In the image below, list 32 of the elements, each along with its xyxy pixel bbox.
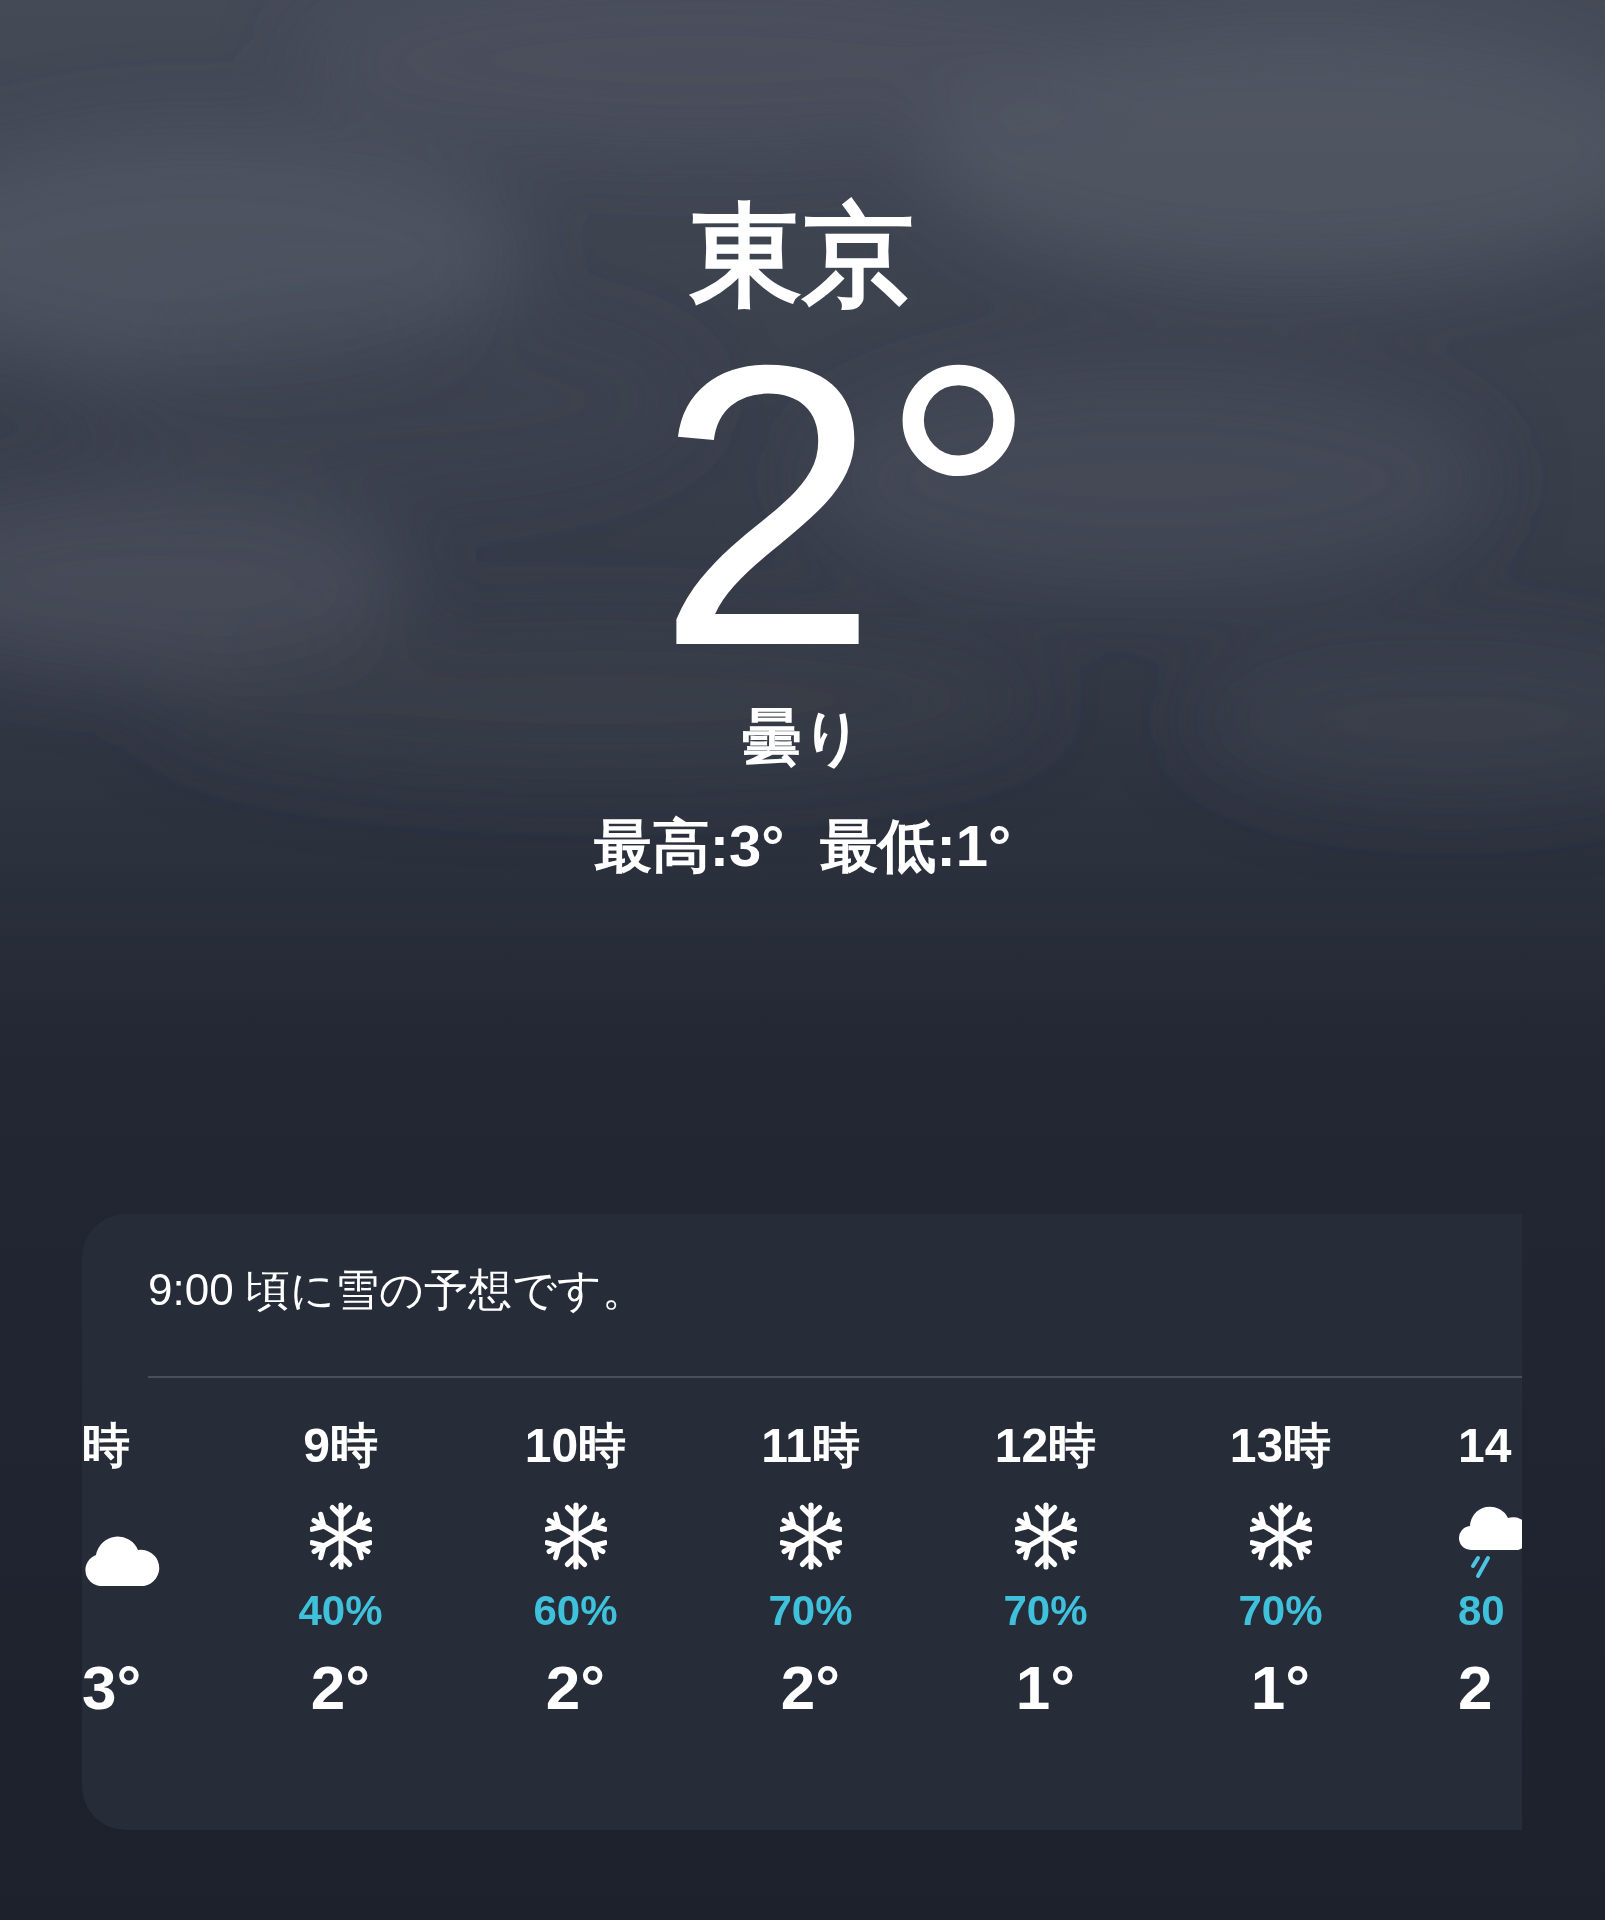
weather-condition: 曇り [742,703,863,773]
hourly-temperature: 3° [82,1652,142,1724]
precipitation-chance: 40% [298,1586,383,1636]
low-temperature: 最低:1° [820,812,1012,880]
hour-label: 10時 [524,1418,627,1474]
current-temperature: 2° [655,336,1039,676]
high-temperature: 最高:3° [593,812,785,880]
hour-label: 11時 [761,1418,860,1474]
precipitation-chance: 70% [1003,1586,1088,1636]
hour-label: 9時 [303,1418,378,1474]
hour-label: 12時 [994,1418,1097,1474]
precipitation-chance: 70% [1238,1586,1323,1636]
forecast-summary: 9:00 頃に雪の予想です。 [147,1264,647,1316]
hour-label: 時 [82,1418,130,1474]
snowflake-icon [779,1501,842,1571]
snowflake-icon [544,1501,607,1571]
precipitation-chance: 60% [533,1586,618,1636]
precipitation-chance: 70% [768,1586,853,1636]
hour-label: 14 [1458,1418,1512,1474]
snowflake-icon [1014,1501,1077,1571]
snowflake-icon [309,1501,372,1571]
hour-label: 13時 [1229,1418,1332,1474]
city-name: 東京 [690,192,915,320]
hourly-temperature: 2° [310,1652,371,1724]
precipitation-chance: 80 [1458,1586,1505,1636]
hourly-temperature: 1° [1015,1652,1076,1724]
hourly-temperature: 1° [1250,1652,1311,1724]
hourly-temperature: 2° [780,1652,841,1724]
snowflake-icon [1249,1501,1312,1571]
hourly-temperature: 2° [545,1652,606,1724]
cloud-icon [82,1534,162,1586]
hourly-temperature: 2 [1458,1652,1493,1724]
